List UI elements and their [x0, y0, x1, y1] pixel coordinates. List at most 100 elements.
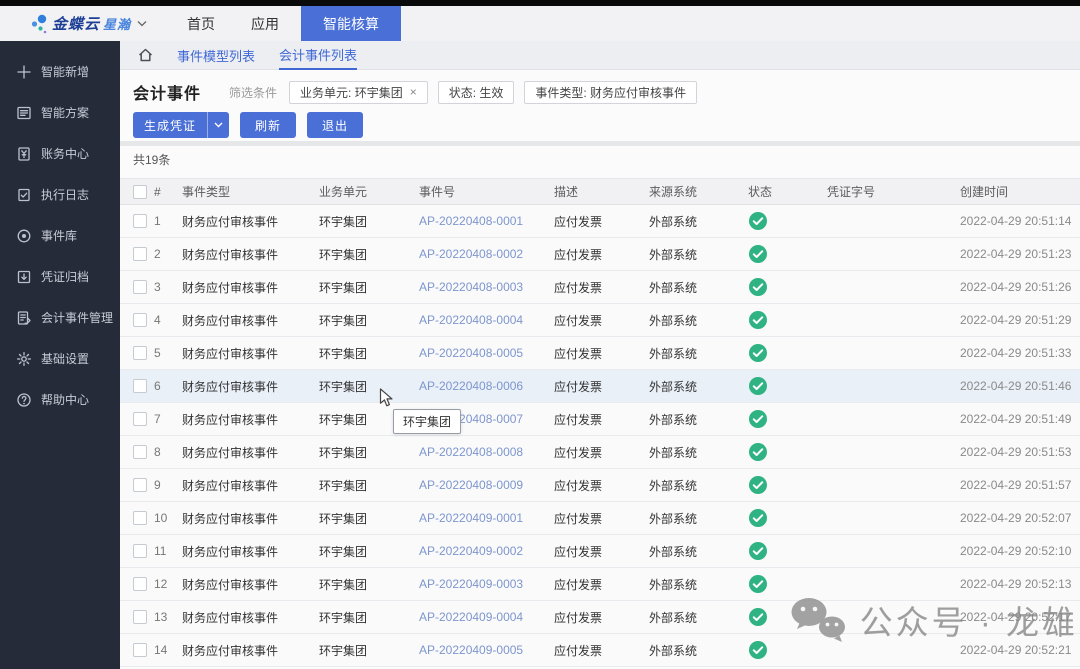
table-row[interactable]: 4 财务应付审核事件 环宇集团 AP-20220408-0004 应付发票 外部… — [120, 304, 1080, 337]
created-at-cell: 2022-04-29 20:51:53 — [960, 445, 1080, 459]
tab-accounting-event-list[interactable]: 会计事件列表 — [279, 41, 357, 70]
event-no-link[interactable]: AP-20220408-0006 — [419, 379, 523, 393]
table-row[interactable]: 2 财务应付审核事件 环宇集团 AP-20220408-0002 应付发票 外部… — [120, 238, 1080, 271]
generate-voucher-button[interactable]: 生成凭证 — [133, 112, 229, 138]
event-no-link[interactable]: AP-20220408-0001 — [419, 214, 523, 228]
tab-event-model-list[interactable]: 事件模型列表 — [177, 41, 255, 70]
sidebar-item-smart-scheme[interactable]: 智能方案 — [0, 92, 120, 133]
filter-chip-label: 事件类型: 财务应付审核事件 — [535, 84, 686, 101]
sidebar-item-exec-log[interactable]: 执行日志 — [0, 174, 120, 215]
event-no-link[interactable]: AP-20220408-0005 — [419, 346, 523, 360]
top-nav-apps[interactable]: 应用 — [233, 6, 297, 41]
business-unit-cell: 环宇集团 — [319, 642, 419, 659]
event-no-link[interactable]: AP-20220408-0008 — [419, 445, 523, 459]
filter-chip[interactable]: 状态: 生效 — [438, 81, 515, 104]
row-checkbox[interactable] — [133, 445, 147, 459]
event-no-link[interactable]: AP-20220409-0004 — [419, 610, 523, 624]
sidebar-item-basic-settings[interactable]: 基础设置 — [0, 338, 120, 379]
event-type-cell: 财务应付审核事件 — [182, 609, 319, 626]
created-at-cell: 2022-04-29 20:52:17 — [960, 610, 1080, 624]
top-nav-home[interactable]: 首页 — [169, 6, 233, 41]
description-cell: 应付发票 — [554, 213, 649, 230]
col-header-event-type[interactable]: 事件类型 — [182, 183, 319, 200]
chevron-down-icon[interactable] — [137, 20, 147, 27]
row-checkbox[interactable] — [133, 610, 147, 624]
row-checkbox[interactable] — [133, 280, 147, 294]
table-row[interactable]: 8 财务应付审核事件 环宇集团 AP-20220408-0008 应付发票 外部… — [120, 436, 1080, 469]
select-all-checkbox[interactable] — [133, 185, 147, 199]
source-system-cell: 外部系统 — [649, 312, 744, 329]
sidebar-item-label: 帮助中心 — [41, 391, 89, 408]
event-no-link[interactable]: AP-20220409-0002 — [419, 544, 523, 558]
col-header-source-system[interactable]: 来源系统 — [649, 183, 744, 200]
sidebar-item-help-center[interactable]: 帮助中心 — [0, 379, 120, 420]
table-row[interactable]: 6 财务应付审核事件 环宇集团 AP-20220408-0006 应付发票 外部… — [120, 370, 1080, 403]
sidebar-item-account-center[interactable]: 账务中心 — [0, 133, 120, 174]
sidebar-item-voucher-archive[interactable]: 凭证归档 — [0, 256, 120, 297]
table-row[interactable]: 10 财务应付审核事件 环宇集团 AP-20220409-0001 应付发票 外… — [120, 502, 1080, 535]
table-row[interactable]: 14 财务应付审核事件 环宇集团 AP-20220409-0005 应付发票 外… — [120, 634, 1080, 667]
exit-button[interactable]: 退出 — [307, 112, 363, 138]
event-no-link[interactable]: AP-20220408-0002 — [419, 247, 523, 261]
row-checkbox[interactable] — [133, 313, 147, 327]
business-unit-cell: 环宇集团 — [319, 378, 419, 395]
source-system-cell: 外部系统 — [649, 543, 744, 560]
sidebar-item-event-management[interactable]: 会计事件管理 — [0, 297, 120, 338]
col-header-voucher-no[interactable]: 凭证字号 — [827, 183, 960, 200]
event-no-link[interactable]: AP-20220409-0005 — [419, 643, 523, 657]
close-icon[interactable]: × — [410, 85, 417, 99]
filter-chip[interactable]: 事件类型: 财务应付审核事件 — [524, 81, 697, 104]
top-nav-smart-accounting[interactable]: 智能核算 — [301, 6, 401, 41]
row-checkbox[interactable] — [133, 643, 147, 657]
status-success-icon — [748, 475, 768, 495]
brand-logo[interactable]: 金蝶云 星瀚 — [30, 12, 147, 36]
table-row[interactable]: 12 财务应付审核事件 环宇集团 AP-20220409-0003 应付发票 外… — [120, 568, 1080, 601]
col-header-business-unit[interactable]: 业务单元 — [319, 183, 419, 200]
sidebar-item-label: 执行日志 — [41, 186, 89, 203]
table-row[interactable]: 11 财务应付审核事件 环宇集团 AP-20220409-0002 应付发票 外… — [120, 535, 1080, 568]
table-row[interactable]: 13 财务应付审核事件 环宇集团 AP-20220409-0004 应付发票 外… — [120, 601, 1080, 634]
event-type-cell: 财务应付审核事件 — [182, 246, 319, 263]
row-checkbox[interactable] — [133, 346, 147, 360]
created-at-cell: 2022-04-29 20:51:29 — [960, 313, 1080, 327]
row-checkbox[interactable] — [133, 247, 147, 261]
col-header-index[interactable]: # — [154, 185, 182, 199]
business-unit-cell: 环宇集团 — [319, 477, 419, 494]
event-no-link[interactable]: AP-20220409-0001 — [419, 511, 523, 525]
col-header-event-no[interactable]: 事件号 — [419, 183, 554, 200]
col-header-description[interactable]: 描述 — [554, 183, 649, 200]
event-no-link[interactable]: AP-20220409-0003 — [419, 577, 523, 591]
row-index: 11 — [154, 544, 182, 558]
row-checkbox[interactable] — [133, 379, 147, 393]
row-index: 10 — [154, 511, 182, 525]
col-header-status[interactable]: 状态 — [744, 183, 827, 200]
sidebar-item-event-library[interactable]: 事件库 — [0, 215, 120, 256]
event-no-link[interactable]: AP-20220408-0003 — [419, 280, 523, 294]
row-checkbox[interactable] — [133, 544, 147, 558]
table-row[interactable]: 3 财务应付审核事件 环宇集团 AP-20220408-0003 应付发票 外部… — [120, 271, 1080, 304]
table-row[interactable]: 7 财务应付审核事件 环宇集团 AP-20220408-0007 应付发票 外部… — [120, 403, 1080, 436]
business-unit-cell: 环宇集团 — [319, 576, 419, 593]
row-checkbox[interactable] — [133, 577, 147, 591]
chevron-down-icon[interactable] — [207, 112, 229, 138]
event-no-link[interactable]: AP-20220408-0009 — [419, 478, 523, 492]
log-icon — [15, 186, 32, 203]
row-checkbox[interactable] — [133, 478, 147, 492]
created-at-cell: 2022-04-29 20:51:26 — [960, 280, 1080, 294]
row-checkbox[interactable] — [133, 214, 147, 228]
table-row[interactable]: 9 财务应付审核事件 环宇集团 AP-20220408-0009 应付发票 外部… — [120, 469, 1080, 502]
event-no-link[interactable]: AP-20220408-0004 — [419, 313, 523, 327]
description-cell: 应付发票 — [554, 345, 649, 362]
refresh-button[interactable]: 刷新 — [240, 112, 296, 138]
row-checkbox[interactable] — [133, 511, 147, 525]
row-index: 9 — [154, 478, 182, 492]
table-row[interactable]: 1 财务应付审核事件 环宇集团 AP-20220408-0001 应付发票 外部… — [120, 205, 1080, 238]
col-header-created-at[interactable]: 创建时间 — [960, 183, 1080, 200]
sidebar-item-label: 智能新增 — [41, 63, 89, 80]
table-row[interactable]: 5 财务应付审核事件 环宇集团 AP-20220408-0005 应付发票 外部… — [120, 337, 1080, 370]
business-unit-cell: 环宇集团 — [319, 246, 419, 263]
filter-chip[interactable]: 业务单元: 环宇集团× — [289, 81, 428, 104]
row-checkbox[interactable] — [133, 412, 147, 426]
sidebar-item-smart-add[interactable]: 智能新增 — [0, 51, 120, 92]
home-icon[interactable] — [138, 48, 153, 62]
